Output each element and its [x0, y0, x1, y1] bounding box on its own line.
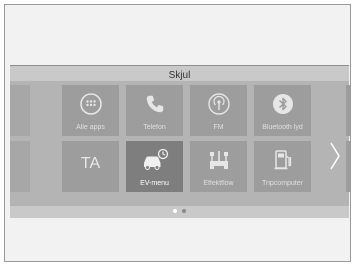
tile-label: Telefon — [143, 124, 166, 131]
tile-label: Bluetooth lyd — [262, 124, 303, 131]
app-drawer-panel: Skjul Alle apps Telefon FM Bluetooth lyd… — [10, 65, 350, 218]
tile-label: EV-menu — [140, 180, 169, 187]
tile-ev-menu[interactable]: EV-menu — [126, 141, 183, 192]
tile-all-apps[interactable]: Alle apps — [62, 85, 119, 136]
phone-icon — [126, 91, 183, 117]
page-dot[interactable] — [173, 209, 177, 213]
hide-drawer-button[interactable]: Skjul — [10, 70, 349, 81]
ev-car-clock-icon — [126, 147, 183, 173]
tile-bluetooth-audio[interactable]: Bluetooth lyd — [254, 85, 311, 136]
fuel-pump-icon — [254, 147, 311, 173]
bluetooth-icon — [254, 91, 311, 117]
tile-label: FM — [213, 124, 224, 131]
tile-trip-computer[interactable]: Tripcomputer — [254, 141, 311, 192]
tile-label: Alle apps — [76, 124, 105, 131]
radio-fm-icon — [190, 91, 247, 117]
tile-phone[interactable]: Telefon — [126, 85, 183, 136]
tile-fm[interactable]: FM — [190, 85, 247, 136]
tile-label: Effektflow — [203, 180, 234, 187]
ta-label: TA — [80, 155, 101, 172]
page-dot[interactable] — [182, 209, 186, 213]
partial-tile-left — [10, 85, 30, 136]
energy-flow-icon — [190, 147, 247, 173]
chevron-right-icon[interactable] — [328, 141, 342, 171]
tile-label: Tripcomputer — [262, 180, 303, 187]
screen-frame: Skjul Alle apps Telefon FM Bluetooth lyd… — [4, 4, 351, 262]
apps-grid-icon — [62, 91, 119, 117]
page-indicator — [10, 209, 349, 213]
app-tile-grid: Alle apps Telefon FM Bluetooth lyd TA EV… — [10, 81, 350, 206]
tile-energy-flow[interactable]: Effektflow — [190, 141, 247, 192]
partial-tile-left — [10, 141, 30, 192]
tile-ta[interactable]: TA — [62, 141, 119, 192]
partial-tile-right[interactable] — [346, 85, 350, 136]
partial-tile-right[interactable] — [346, 141, 350, 192]
